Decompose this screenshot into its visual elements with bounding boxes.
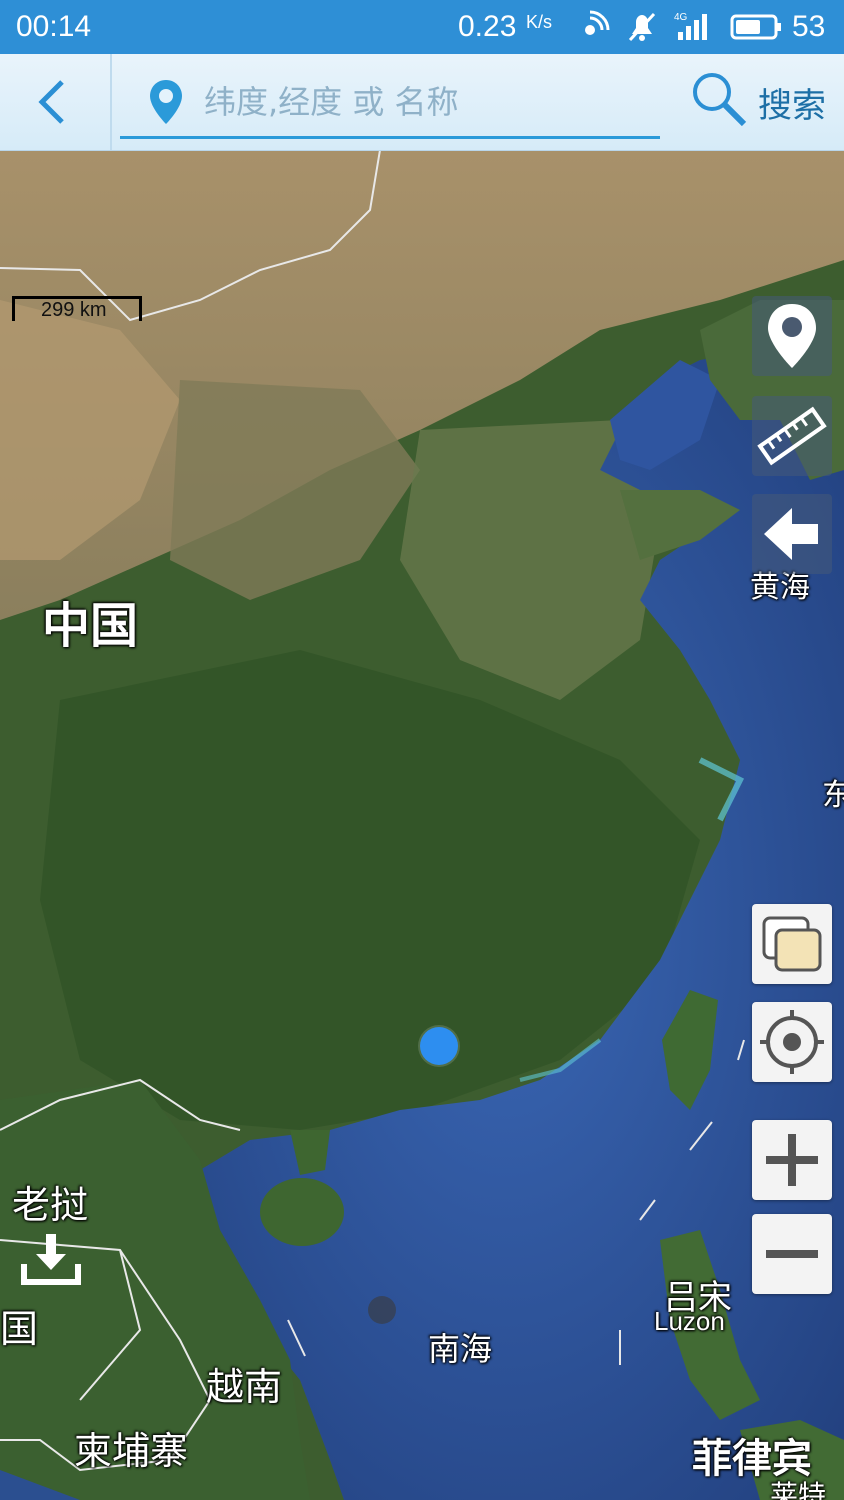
divider bbox=[110, 54, 112, 150]
zoom-in-button[interactable] bbox=[752, 1120, 832, 1200]
layers-icon bbox=[762, 916, 822, 972]
satellite-map[interactable]: 中国 老挝 国 越南 柬埔寨 黄海 南海 吕宋 Luzon 菲律宾 东 莱特 2… bbox=[0, 0, 844, 1500]
network-speed: 0.23 bbox=[458, 10, 517, 43]
scale-bar: 299 km bbox=[12, 296, 142, 321]
mute-bell-icon bbox=[628, 12, 656, 42]
chevron-left-icon bbox=[38, 80, 64, 124]
layers-button[interactable] bbox=[752, 904, 832, 984]
marker-button[interactable] bbox=[752, 296, 832, 376]
label-china: 中国 bbox=[42, 598, 139, 654]
search-icon bbox=[693, 73, 747, 127]
status-bar: 00:14 0.23 K/s 4G 53 bbox=[0, 0, 844, 54]
search-field[interactable] bbox=[120, 68, 660, 139]
search-button-label: 搜索 bbox=[758, 86, 826, 126]
hotspot-icon bbox=[585, 10, 610, 35]
ruler-button[interactable] bbox=[752, 396, 832, 476]
current-location-dot[interactable] bbox=[420, 1027, 458, 1065]
search-input[interactable] bbox=[202, 76, 646, 128]
label-vietnam: 越南 bbox=[206, 1365, 283, 1409]
minus-icon bbox=[766, 1250, 818, 1258]
download-icon[interactable] bbox=[16, 1232, 86, 1288]
label-south-sea: 南海 bbox=[428, 1330, 493, 1368]
location-pin-icon bbox=[150, 80, 182, 124]
return-button[interactable] bbox=[752, 494, 832, 574]
zoom-out-button[interactable] bbox=[752, 1214, 832, 1294]
back-arrow-icon bbox=[764, 508, 818, 560]
ruler-icon bbox=[757, 406, 827, 466]
label-laos: 老挝 bbox=[12, 1183, 89, 1227]
label-luzon-en: Luzon bbox=[654, 1306, 725, 1336]
battery-icon bbox=[730, 14, 781, 40]
label-cambodia: 柬埔寨 bbox=[74, 1429, 189, 1473]
locate-icon bbox=[760, 1010, 824, 1074]
signal-icon: 4G bbox=[674, 12, 707, 40]
scale-text: 299 km bbox=[41, 299, 107, 321]
plus-icon bbox=[766, 1134, 818, 1186]
map-marker-icon bbox=[768, 304, 816, 368]
status-time: 00:14 bbox=[16, 10, 92, 43]
search-button[interactable]: 搜索 bbox=[688, 68, 838, 138]
svg-text:4G: 4G bbox=[674, 12, 688, 23]
label-thailand: 国 bbox=[0, 1307, 39, 1351]
network-speed-unit: K/s bbox=[526, 12, 553, 32]
search-toolbar: 搜索 bbox=[0, 54, 844, 151]
label-leyte: 莱特 bbox=[770, 1479, 827, 1500]
back-button[interactable] bbox=[24, 72, 88, 132]
battery-level: 53 bbox=[792, 10, 826, 43]
locate-button[interactable] bbox=[752, 1002, 832, 1082]
label-east: 东 bbox=[822, 778, 844, 813]
